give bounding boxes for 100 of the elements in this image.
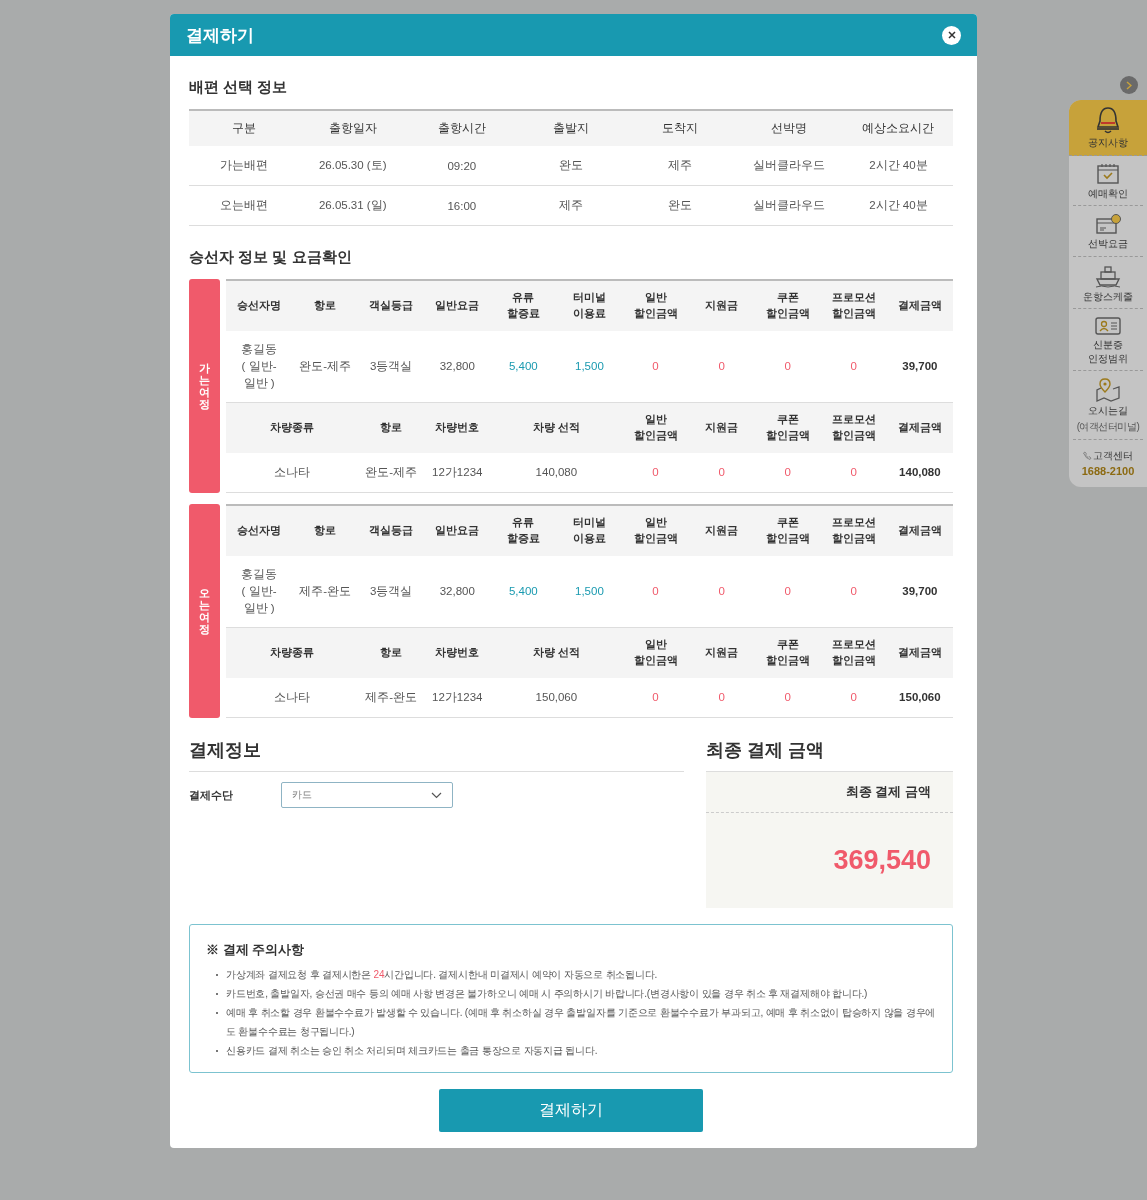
column-header: 출발지 [516,110,626,146]
phone-icon [1083,451,1092,460]
column-header: 차량번호 [424,402,491,453]
table-cell: 실버클라우드 [734,146,844,186]
column-header: 프로모션 할인금액 [820,402,887,453]
table-cell: 홍길동 ( 일반- 일반 ) [226,331,293,403]
column-header: 항로 [292,280,359,331]
table-cell: 0 [622,556,689,628]
column-header: 일반 할인금액 [622,627,689,678]
table-cell: 0 [820,331,887,403]
field-label: 결제수단 [189,787,234,803]
table-cell: 150,060 [490,678,623,718]
column-header: 객실등급 [358,280,425,331]
table-cell: 0 [820,453,887,493]
quick-menu-item[interactable]: 선박요금 [1073,206,1143,257]
quick-menu-item[interactable]: 운항스케줄 [1073,256,1143,309]
table-cell: 0 [622,331,689,403]
column-header: 차량종류 [226,627,359,678]
table-cell: 2시간 40분 [843,146,953,186]
column-header: 예상소요시간 [843,110,953,146]
column-header: 유류 할증료 [490,505,557,556]
column-header: 프로모션 할인금액 [820,505,887,556]
table-cell: 140,080 [886,453,953,493]
table-cell: 실버클라우드 [734,185,844,226]
quick-menu-item[interactable]: 예매확인 [1073,155,1143,206]
column-header: 지원금 [688,627,755,678]
table-cell: 26.05.31 (일) [298,185,408,226]
table-cell: 제주-완도 [292,556,359,628]
column-header: 터미널 이용료 [556,280,623,331]
table-cell: 09:20 [407,146,517,186]
table-cell: 0 [688,331,755,403]
table-cell: 3등객실 [358,556,425,628]
payment-method-select[interactable]: 카드 [281,782,453,808]
bell-icon [1095,106,1121,134]
table-cell: 140,080 [490,453,623,493]
column-header: 결제금액 [886,627,953,678]
table-cell: 0 [622,678,689,718]
id-card-icon [1094,316,1122,336]
ship-icon [1094,263,1122,288]
table-cell: 32,800 [424,331,491,403]
table-cell: 0 [754,331,821,403]
column-header: 일반 할인금액 [622,505,689,556]
column-header: 결제금액 [886,402,953,453]
column-header: 승선자명 [226,505,293,556]
table-cell: 제주-완도 [358,678,425,718]
column-header: 항로 [358,402,425,453]
close-button[interactable] [942,25,961,45]
calendar-check-icon [1096,162,1120,185]
column-header: 프로모션 할인금액 [820,627,887,678]
chevron-right-icon [1126,80,1132,90]
column-header: 승선자명 [226,280,293,331]
table-cell: 0 [754,453,821,493]
column-header: 일반 할인금액 [622,280,689,331]
table-cell: 150,060 [886,678,953,718]
table-cell: 0 [688,678,755,718]
column-header: 프로모션 할인금액 [820,280,887,331]
notice-item: 예매 후 취소할 경우 환불수수료가 발생할 수 있습니다. (예매 후 취소하실 경우 출발일자를 기준으로 환불수수료가 부과되고, 예매 후 취소없이 탑승하지 않을 경우에도 환불수수료는 청구됩니다.) [226,1006,936,1039]
table-cell: 5,400 [490,556,557,628]
column-header: 유류 할증료 [490,280,557,331]
table-cell: 완도 [516,146,626,186]
notice-item: 카드번호, 출발일자, 승선권 매수 등의 예매 사항 변경은 불가하오니 예매 시 주의하시기 바랍니다.(변경사항이 있을 경우 취소 후 재결제해야 합니다.) [226,987,868,1001]
table-cell: 완도-제주 [292,331,359,403]
card-coin-icon [1095,213,1121,235]
table-cell: 16:00 [407,185,517,226]
column-header: 지원금 [688,402,755,453]
chevron-down-icon [431,791,442,799]
column-header: 쿠폰 할인금액 [754,402,821,453]
column-header: 지원금 [688,505,755,556]
column-header: 선박명 [734,110,844,146]
table-cell: 39,700 [886,331,953,403]
modal-title: 결제하기 [186,24,254,47]
quick-menu-item[interactable]: 오시는길 (여객선터미널) [1073,371,1143,440]
table-cell: 3등객실 [358,331,425,403]
table-cell: 26.05.30 (토) [298,146,408,186]
table-cell: 12가1234 [424,678,491,718]
column-header: 차량종류 [226,402,359,453]
leg-label-text: 가는여정 [199,361,210,411]
column-header: 결제금액 [886,505,953,556]
quick-menu-item[interactable]: 신분증 인정범위 [1073,309,1143,371]
table-cell: 가는배편 [189,146,299,186]
column-header: 결제금액 [886,280,953,331]
column-header: 일반요금 [424,280,491,331]
column-header: 차량 선적 [490,627,623,678]
table-cell: 0 [754,678,821,718]
table-cell: 1,500 [556,331,623,403]
table-cell: 홍길동 ( 일반- 일반 ) [226,556,293,628]
section-title: 배편 선택 정보 [189,78,289,97]
table-cell: 소나타 [226,453,359,493]
section-title: 승선자 정보 및 요금확인 [189,248,353,267]
table-cell: 제주 [516,185,626,226]
table-cell: 32,800 [424,556,491,628]
column-header: 항로 [358,627,425,678]
leg-label-text: 오는여정 [199,586,210,636]
notice-item: 가상계좌 결제요청 후 결제시한은 24시간입니다. 결제시한내 미결제시 예약이 자동으로 취소됩니다. [226,968,658,982]
column-header: 쿠폰 할인금액 [754,627,821,678]
column-header: 출항시간 [407,110,517,146]
table-cell: 1,500 [556,556,623,628]
notice-title: ※ 결제 주의사항 [206,941,306,959]
final-amount-label: 최종 결제 금액 [845,783,931,801]
quick-menu-item[interactable]: 공지사항 [1069,100,1147,156]
